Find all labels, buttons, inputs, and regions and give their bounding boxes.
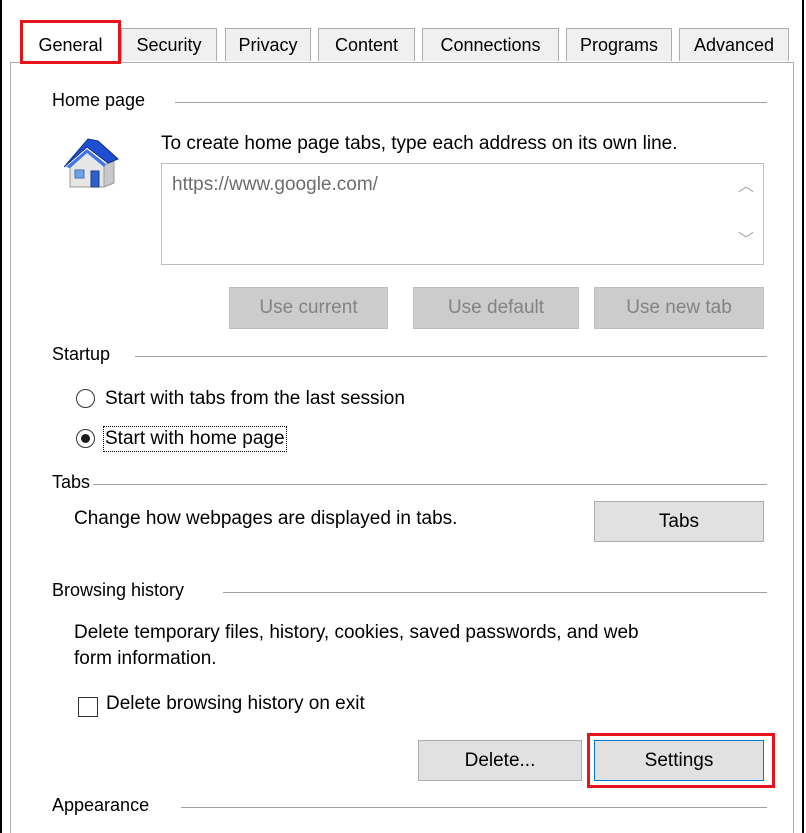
browsing-history-description-line2: form information. (74, 648, 217, 669)
browsing-history-rule (223, 592, 767, 593)
startup-group-title: Startup (52, 344, 111, 365)
home-page-rule (175, 102, 767, 103)
radio-selected-dot (81, 434, 90, 443)
tab-general[interactable]: General (20, 20, 121, 64)
home-page-address-value: https://www.google.com/ (172, 174, 378, 195)
tab-privacy[interactable]: Privacy (225, 28, 311, 61)
home-page-group-title: Home page (52, 90, 146, 111)
tabs-group-title: Tabs (52, 472, 91, 493)
delete-history-button[interactable]: Delete... (418, 740, 582, 781)
use-default-button[interactable]: Use default (413, 287, 579, 329)
tab-security[interactable]: Security (121, 28, 217, 61)
use-current-button[interactable]: Use current (229, 287, 388, 329)
tabs-settings-button[interactable]: Tabs (594, 501, 764, 542)
history-settings-button[interactable]: Settings (594, 740, 764, 781)
delete-on-exit-checkbox[interactable] (78, 697, 98, 717)
startup-last-session-radio[interactable] (76, 389, 95, 408)
address-scrollbar[interactable]: ︿ ﹀ (729, 164, 763, 264)
tabs-description: Change how webpages are displayed in tab… (74, 508, 458, 529)
startup-home-page-radio[interactable] (76, 429, 95, 448)
tab-advanced[interactable]: Advanced (679, 28, 789, 61)
browsing-history-description-line1: Delete temporary files, history, cookies… (74, 622, 639, 643)
scroll-up-icon[interactable]: ︿ (729, 170, 763, 204)
house-icon (64, 138, 119, 188)
use-new-tab-button[interactable]: Use new tab (594, 287, 764, 329)
scroll-down-icon[interactable]: ﹀ (729, 224, 763, 258)
home-page-address-field[interactable]: https://www.google.com/ ︿ ﹀ (161, 163, 764, 265)
browsing-history-group-title: Browsing history (52, 580, 185, 601)
tabs-rule (93, 484, 767, 485)
startup-last-session-label[interactable]: Start with tabs from the last session (105, 388, 405, 410)
startup-rule (135, 356, 767, 357)
tab-connections[interactable]: Connections (422, 28, 559, 61)
appearance-rule (181, 807, 767, 808)
delete-on-exit-label[interactable]: Delete browsing history on exit (106, 693, 365, 715)
home-page-instruction: To create home page tabs, type each addr… (161, 133, 678, 154)
appearance-group-title: Appearance (52, 795, 150, 816)
startup-home-page-label[interactable]: Start with home page (103, 426, 287, 452)
tab-content[interactable]: Content (318, 28, 415, 61)
tab-strip: General Security Privacy Content Connect… (0, 0, 806, 66)
tab-programs[interactable]: Programs (566, 28, 672, 61)
